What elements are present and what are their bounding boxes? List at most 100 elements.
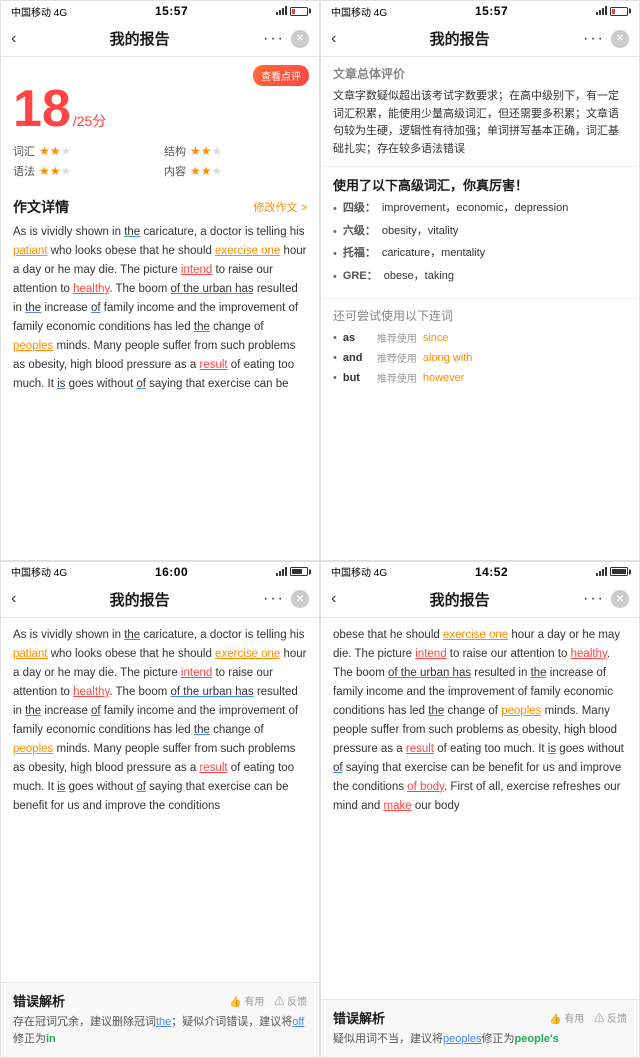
error-word-in: in [46, 1033, 56, 1045]
word-the-4: the [531, 667, 547, 679]
eval-text: 文章字数疑似超出该考试字数要求；在高中级别下，有一定词汇积累，能使用少量高级词汇… [333, 88, 627, 158]
more-button-3[interactable]: ··· [263, 590, 285, 608]
close-button-2[interactable]: ✕ [611, 30, 629, 48]
close-button-1[interactable]: ✕ [291, 30, 309, 48]
battery-icon-3 [290, 567, 309, 576]
error-section-4: 错误解析 👍 有用 ⚠ 反馈 疑似用词不当，建议将peoples修正为peopl… [321, 999, 639, 1057]
vocab-level-1: 六级： [343, 223, 376, 240]
app-grid: 中国移动 4G 15:57 ‹ 我的报告 [0, 0, 640, 1058]
close-button-3[interactable]: ✕ [291, 590, 309, 608]
essay-link-1[interactable]: 修改作文 > [254, 199, 307, 215]
word-peoples-4: peoples [501, 705, 541, 717]
conj-item-as: • as 推荐使用 since [333, 330, 627, 345]
word-of-1: of [91, 302, 101, 314]
battery-icon-2 [610, 7, 629, 16]
word-is-1: is [57, 378, 65, 390]
nav-bar-4: ‹ 我的报告 ··· ✕ [321, 582, 639, 618]
score-structure-label: 结构 [164, 143, 186, 159]
error-word-the: the [156, 1016, 171, 1028]
bullet-0: • [333, 201, 337, 218]
word-intend-1: intend [181, 264, 212, 276]
vocab-list: • 四级： improvement，economic，depression • … [333, 200, 627, 285]
error-title-3: 错误解析 [13, 991, 65, 1010]
conjunction-section: 还可尝试使用以下连词 • as 推荐使用 since • and 推荐使用 al… [321, 298, 639, 398]
vocab-level-3: GRE： [343, 268, 378, 285]
score-number: 18 [13, 83, 71, 135]
word-make: make [384, 800, 412, 812]
close-button-4[interactable]: ✕ [611, 590, 629, 608]
vocab-item-2: • 托福： caricature，mentality [333, 245, 627, 263]
conj-list: • as 推荐使用 since • and 推荐使用 along with • … [333, 330, 627, 385]
nav-icons-2: ··· ✕ [583, 30, 629, 48]
status-icons-3 [276, 566, 309, 578]
word-the-3c: the [194, 724, 210, 736]
eval-section: 文章总体评价 文章字数疑似超出该考试字数要求；在高中级别下，有一定词汇积累，能使… [321, 57, 639, 166]
vocab-title: 使用了以下高级词汇，你真厉害！ [333, 175, 627, 194]
word-is-3: is [57, 781, 65, 793]
essay-title-1: 作文详情 [13, 197, 69, 217]
panel-top-left: 中国移动 4G 15:57 ‹ 我的报告 [0, 0, 320, 561]
panel-top-right: 中国移动 4G 15:57 ‹ 我的报告 [320, 0, 640, 561]
vocab-words-2: caricature，mentality [382, 245, 485, 262]
word-of-the-urban-1: of the urban has [171, 283, 254, 295]
feedback-button-4[interactable]: ⚠ 反馈 [594, 1010, 627, 1025]
word-of-the-urban-4: of the urban has [388, 667, 471, 679]
word-of-3b: of [136, 781, 146, 793]
bullet-3: • [333, 269, 337, 286]
back-button-2[interactable]: ‹ [331, 30, 336, 48]
score-grammar-label: 语法 [13, 163, 35, 179]
word-result-4: result [406, 743, 434, 755]
nav-icons-1: ··· ✕ [263, 30, 309, 48]
score-display: 18 /25分 [13, 83, 307, 135]
conj-label-2: 推荐使用 [377, 370, 417, 385]
error-section-3: 错误解析 👍 有用 ⚠ 反馈 存在冠词冗余，建议删除冠词the；疑似介词错误，建… [1, 982, 319, 1057]
nav-title-1: 我的报告 [110, 28, 170, 49]
word-of-2: of [136, 378, 146, 390]
feedback-button-3[interactable]: ⚠ 反馈 [274, 993, 307, 1008]
back-button-4[interactable]: ‹ [331, 590, 336, 608]
carrier-3: 中国移动 4G [11, 564, 67, 579]
status-icons-2 [596, 5, 629, 17]
word-healthy-1: healthy [73, 283, 109, 295]
carrier-2: 中国移动 4G [331, 4, 387, 19]
nav-title-3: 我的报告 [110, 589, 170, 610]
back-button-3[interactable]: ‹ [11, 590, 16, 608]
word-peoples-1: peoples [13, 340, 53, 352]
more-button-2[interactable]: ··· [583, 30, 605, 48]
essay-body-3: As is vividly shown in the caricature, a… [13, 626, 307, 816]
word-exercise-one-3: exercise one [215, 648, 280, 660]
word-the-3: the [194, 321, 210, 333]
more-button-4[interactable]: ··· [583, 590, 605, 608]
conj-word-1: and [343, 352, 371, 364]
helpful-button-3[interactable]: 👍 有用 [229, 993, 264, 1008]
score-grammar: 语法 ★★★ [13, 163, 156, 179]
essay-body-1: As is vividly shown in the caricature, a… [13, 223, 307, 394]
essay-section-4: obese that he should exercise one hour a… [321, 618, 639, 999]
error-actions-4: 👍 有用 ⚠ 反馈 [549, 1010, 627, 1025]
score-total: /25分 [73, 111, 106, 131]
word-the-3b: the [25, 705, 41, 717]
error-actions-3: 👍 有用 ⚠ 反馈 [229, 993, 307, 1008]
word-peoples-3: peoples [13, 743, 53, 755]
word-of-body: of body [407, 781, 444, 793]
helpful-button-4[interactable]: 👍 有用 [549, 1010, 584, 1025]
error-word-peoples-correction: people's [515, 1033, 559, 1045]
nav-bar-3: ‹ 我的报告 ··· ✕ [1, 582, 319, 618]
nav-bar-1: ‹ 我的报告 ··· ✕ [1, 21, 319, 57]
back-button-1[interactable]: ‹ [11, 30, 16, 48]
more-button-1[interactable]: ··· [263, 30, 285, 48]
signal-icon-1 [276, 5, 287, 17]
carrier-1: 中国移动 4G [11, 4, 67, 19]
word-of-4: of [333, 762, 343, 774]
conj-bullet-0: • [333, 332, 337, 344]
word-intend-3: intend [181, 667, 212, 679]
conj-label-0: 推荐使用 [377, 330, 417, 345]
essay-body-4: obese that he should exercise one hour a… [333, 626, 627, 816]
bullet-1: • [333, 224, 337, 241]
vocab-level-0: 四级： [343, 200, 376, 217]
score-vocab: 词汇 ★★★ [13, 143, 156, 159]
essay-header-1: 作文详情 修改作文 > [13, 197, 307, 217]
signal-icon-4 [596, 566, 607, 578]
review-button[interactable]: 查看点评 [253, 65, 309, 86]
bullet-2: • [333, 246, 337, 263]
